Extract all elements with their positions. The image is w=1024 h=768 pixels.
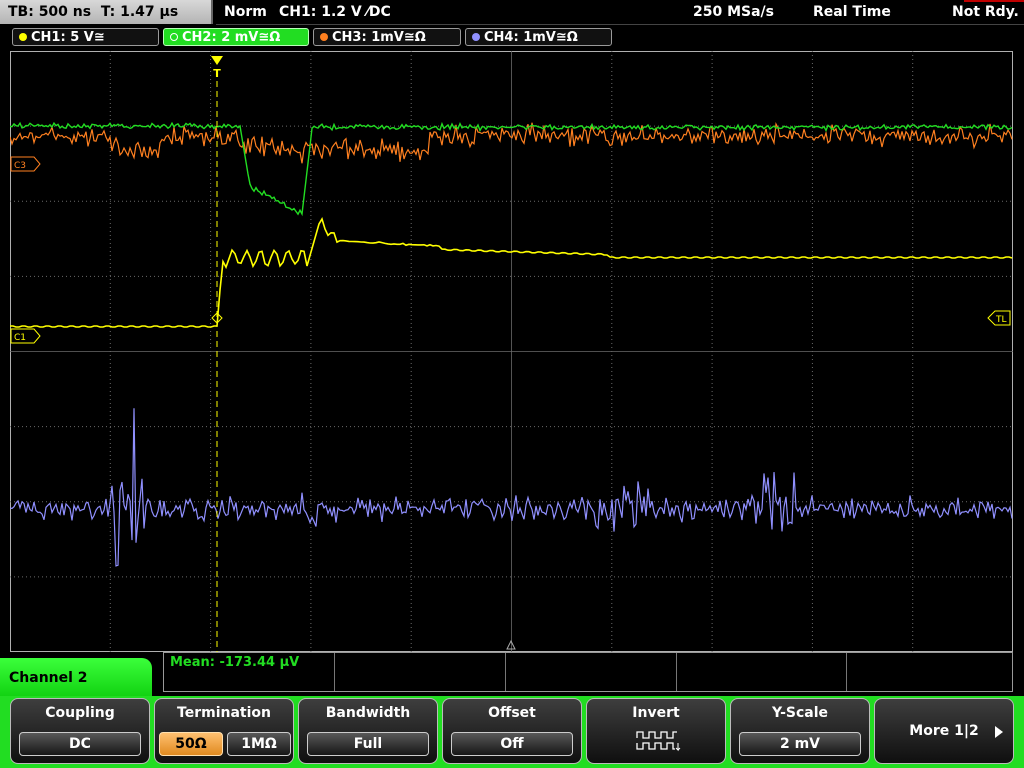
sample-rate: 250 MSa/s xyxy=(693,4,775,20)
yscale-softkey[interactable]: Y-Scale 2 mV xyxy=(730,698,870,764)
offset-label: Offset xyxy=(488,705,536,721)
trigger-time-value: T: 1.47 µs xyxy=(100,4,179,20)
tab-ch1-label: CH1: 5 V≅ xyxy=(31,30,105,45)
more-label: More 1|2 xyxy=(909,723,979,739)
tab-ch2[interactable]: CH2: 2 mV≅Ω xyxy=(163,28,309,46)
ch1-color-dot xyxy=(19,33,27,41)
ch1-ref-label: C1 xyxy=(14,333,26,343)
meas-divider xyxy=(505,653,506,691)
yscale-value[interactable]: 2 mV xyxy=(739,732,861,756)
offset-value[interactable]: Off xyxy=(451,732,573,756)
meas-divider xyxy=(846,653,847,691)
yscale-label: Y-Scale xyxy=(771,705,828,721)
termination-50ohm-option[interactable]: 50Ω xyxy=(159,732,223,756)
trigger-mode[interactable]: Norm xyxy=(224,0,267,24)
coupling-softkey[interactable]: Coupling DC xyxy=(10,698,150,764)
ch2-color-dot xyxy=(170,33,178,41)
waveform-canvas[interactable]: T C3 C1 TL xyxy=(10,51,1013,652)
trigger-position-marker[interactable]: T xyxy=(211,56,223,80)
status-strip: Norm CH1: 1.2 V ⁄DC 250 MSa/s Real Time … xyxy=(216,0,1024,25)
ch4-color-dot xyxy=(472,33,480,41)
trigger-level-marker[interactable]: TL xyxy=(987,310,1011,326)
measurement-mean: Mean: -173.44 µV xyxy=(170,655,300,670)
bandwidth-value[interactable]: Full xyxy=(307,732,429,756)
top-status-bar: TB: 500 ns T: 1.47 µs Norm CH1: 1.2 V ⁄D… xyxy=(0,0,1024,25)
bandwidth-softkey[interactable]: Bandwidth Full xyxy=(298,698,438,764)
menu-title: Channel 2 xyxy=(0,658,152,698)
trigger-info[interactable]: CH1: 1.2 V ⁄DC xyxy=(279,0,391,24)
bandwidth-label: Bandwidth xyxy=(325,705,411,721)
ch1-ref-marker[interactable]: C1 xyxy=(10,328,41,344)
tab-ch3[interactable]: CH3: 1mV≅Ω xyxy=(313,28,461,46)
trigger-marker-label: T xyxy=(213,67,221,80)
meas-divider xyxy=(334,653,335,691)
termination-softkey[interactable]: Termination 50Ω 1MΩ xyxy=(154,698,294,764)
timebase-value: TB: 500 ns xyxy=(8,4,92,20)
ch4-waveform xyxy=(10,408,1013,567)
status-indicator xyxy=(964,0,1024,2)
invert-softkey[interactable]: Invert xyxy=(586,698,726,764)
invert-label: Invert xyxy=(632,705,680,721)
ch3-color-dot xyxy=(320,33,328,41)
ch3-ref-label: C3 xyxy=(14,161,26,171)
tab-ch4[interactable]: CH4: 1mV≅Ω xyxy=(465,28,612,46)
trigger-state: Not Rdy. xyxy=(952,4,1019,20)
trigger-level-label: TL xyxy=(995,315,1007,325)
measurement-panel[interactable]: Mean: -173.44 µV xyxy=(163,652,1013,692)
tab-ch3-label: CH3: 1mV≅Ω xyxy=(332,30,426,45)
invert-waveform-icon xyxy=(636,731,681,752)
termination-label: Termination xyxy=(177,705,271,721)
coupling-label: Coupling xyxy=(45,705,115,721)
acquisition-mode[interactable]: Real Time xyxy=(813,0,891,24)
offset-softkey[interactable]: Offset Off xyxy=(442,698,582,764)
more-softkey[interactable]: More 1|2 xyxy=(874,698,1014,764)
termination-1mohm-option[interactable]: 1MΩ xyxy=(227,732,291,756)
ch1-waveform xyxy=(10,217,1013,328)
meas-divider xyxy=(676,653,677,691)
tab-ch4-label: CH4: 1mV≅Ω xyxy=(484,30,578,45)
tab-ch1[interactable]: CH1: 5 V≅ xyxy=(12,28,159,46)
coupling-value[interactable]: DC xyxy=(19,732,141,756)
ch3-ref-marker[interactable]: C3 xyxy=(10,156,41,172)
timebase-box[interactable]: TB: 500 ns T: 1.47 µs xyxy=(0,0,213,24)
next-page-icon xyxy=(995,726,1003,738)
horizontal-center-marker xyxy=(506,639,516,650)
tab-ch2-label: CH2: 2 mV≅Ω xyxy=(182,30,281,45)
